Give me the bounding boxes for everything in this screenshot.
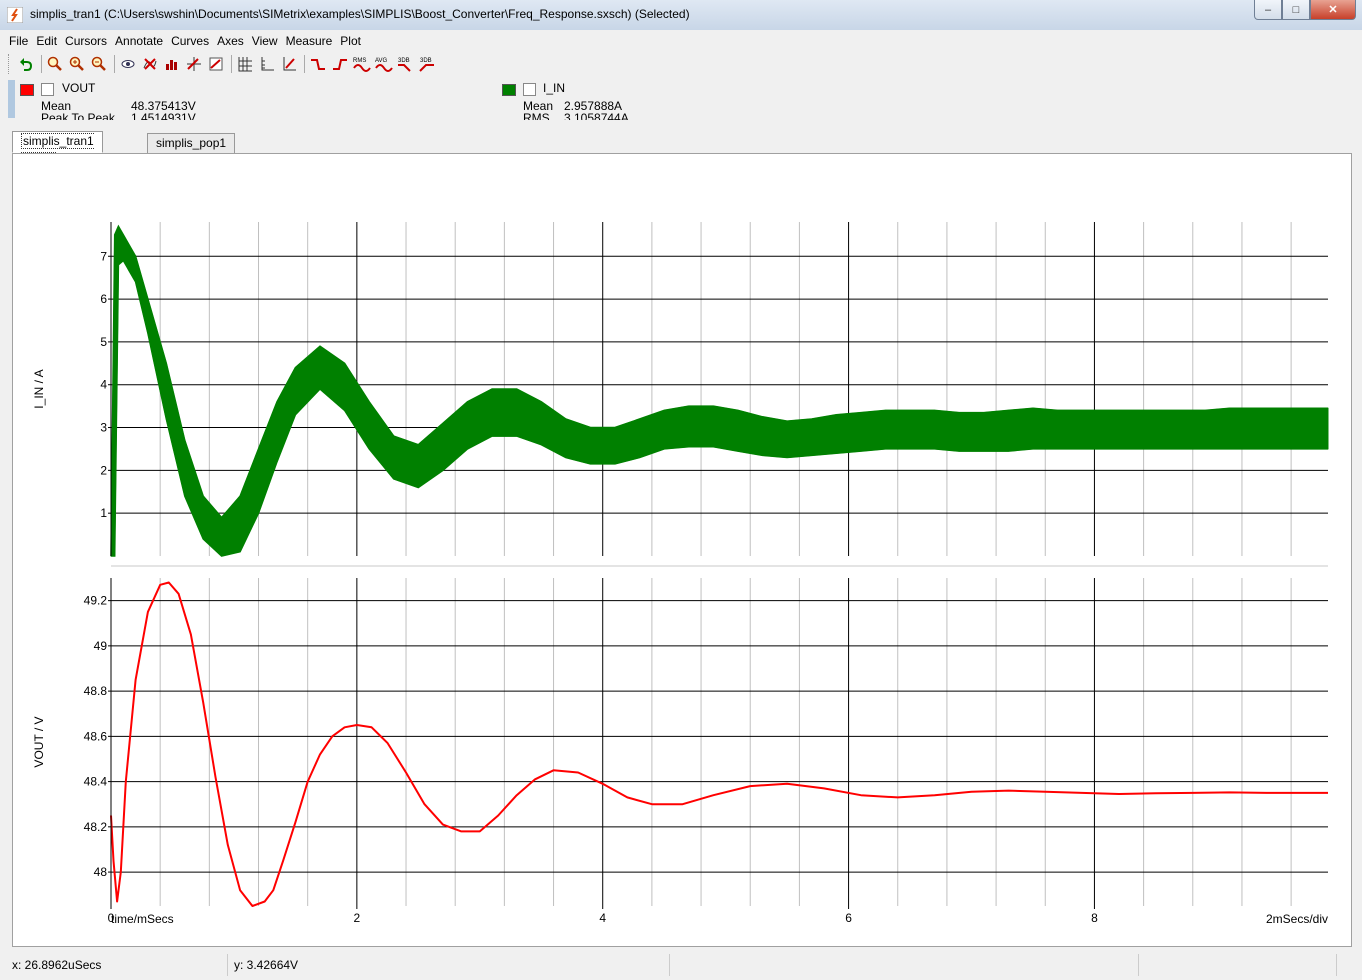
toolbar: RMS AVG 3DB 3DB bbox=[8, 52, 440, 76]
avg-label: AVG bbox=[375, 58, 388, 64]
menu-measure[interactable]: Measure bbox=[283, 34, 336, 48]
menu-file[interactable]: File bbox=[6, 34, 31, 48]
grid-icon[interactable] bbox=[235, 54, 255, 74]
iin-legend-name: I_IN bbox=[543, 81, 566, 95]
iin-y-tick-label: 3 bbox=[100, 421, 107, 435]
x-axis-scale-label: 2mSecs/div bbox=[1266, 912, 1328, 926]
menu-bar: File Edit Cursors Annotate Curves Axes V… bbox=[6, 30, 366, 52]
toolbar-separator bbox=[231, 55, 232, 73]
tab-simplis-tran1-vout[interactable]: simplis_tran1 VOUT bbox=[12, 131, 103, 168]
edit-axis-icon[interactable] bbox=[279, 54, 299, 74]
toolbar-separator bbox=[304, 55, 305, 73]
vout-color-swatch[interactable] bbox=[20, 84, 34, 96]
toolbar-separator bbox=[41, 55, 42, 73]
x-tick-label: 4 bbox=[599, 911, 606, 925]
vout-y-axis-title: VOUT / V bbox=[32, 716, 46, 767]
iin-measure-label: RMS bbox=[523, 111, 550, 120]
menu-edit[interactable]: Edit bbox=[33, 34, 60, 48]
iin-y-tick-label: 7 bbox=[100, 249, 107, 263]
status-field-empty bbox=[1140, 954, 1337, 976]
delete-curve-icon[interactable] bbox=[140, 54, 160, 74]
avg-icon[interactable]: AVG bbox=[374, 54, 394, 74]
x-tick-label: 6 bbox=[845, 911, 852, 925]
3db-label: 3DB bbox=[398, 58, 410, 64]
x-tick-label: 8 bbox=[1091, 911, 1098, 925]
simetrix-app-icon bbox=[7, 7, 23, 23]
menu-view[interactable]: View bbox=[249, 34, 281, 48]
toolbar-separator bbox=[114, 55, 115, 73]
plot-canvas[interactable]: 1234567I_IN / A4848.248.448.648.84949.2V… bbox=[13, 154, 1351, 946]
iin-y-tick-label: 5 bbox=[100, 335, 107, 349]
zoom-full-icon[interactable] bbox=[45, 54, 65, 74]
rms-icon[interactable]: RMS bbox=[352, 54, 372, 74]
iin-ripple-envelope[interactable] bbox=[110, 225, 1329, 557]
minimize-button[interactable]: – bbox=[1254, 0, 1282, 20]
iin-y-tick-label: 2 bbox=[100, 463, 107, 477]
vout-y-tick-label: 49 bbox=[94, 639, 108, 653]
bar-chart-icon[interactable] bbox=[162, 54, 182, 74]
menu-annotate[interactable]: Annotate bbox=[112, 34, 166, 48]
menu-axes[interactable]: Axes bbox=[214, 34, 247, 48]
vout-select-checkbox[interactable] bbox=[41, 83, 54, 96]
close-button[interactable]: ✕ bbox=[1310, 0, 1356, 20]
iin-y-tick-label: 4 bbox=[100, 378, 107, 392]
vout-y-tick-label: 48.6 bbox=[84, 729, 108, 743]
3db-high-icon[interactable]: 3DB bbox=[418, 54, 438, 74]
tab-simplis-pop1-vout[interactable]: simplis_pop1 VOUT bbox=[147, 133, 236, 169]
eye-icon[interactable] bbox=[118, 54, 138, 74]
measure-icon[interactable] bbox=[206, 54, 226, 74]
3db-low-icon[interactable]: 3DB bbox=[396, 54, 416, 74]
vout-y-tick-label: 48.8 bbox=[84, 684, 108, 698]
cursor-x-readout: x: 26.8962uSecs bbox=[6, 954, 228, 976]
vout-curve[interactable] bbox=[110, 581, 1328, 907]
status-bar: x: 26.8962uSecs y: 3.42664V bbox=[0, 950, 1362, 980]
menu-curves[interactable]: Curves bbox=[168, 34, 212, 48]
zoom-in-icon[interactable] bbox=[67, 54, 87, 74]
iin-measure-value: 3.1058744A bbox=[564, 111, 629, 120]
legend-strip bbox=[8, 80, 15, 118]
vout-y-tick-label: 48.4 bbox=[84, 775, 108, 789]
axis-icon[interactable] bbox=[257, 54, 277, 74]
menu-plot[interactable]: Plot bbox=[337, 34, 364, 48]
rise-icon[interactable] bbox=[308, 54, 328, 74]
vout-y-tick-label: 48 bbox=[94, 865, 108, 879]
maximize-button[interactable]: □ bbox=[1282, 0, 1310, 20]
graph-area[interactable]: 1 2 3 4 5 6 7 I_IN / A 48 48.2 48.4 48.6 48.8 49 49.2 V… bbox=[12, 153, 1352, 947]
graph-window: File Edit Cursors Annotate Curves Axes V… bbox=[0, 30, 1362, 980]
iin-color-swatch[interactable] bbox=[502, 84, 516, 96]
status-field-empty bbox=[672, 954, 1139, 976]
curve-legend-panel: VOUT Mean 48.375413V Peak To Peak 1.4514… bbox=[8, 76, 1362, 120]
vout-y-tick-label: 49.2 bbox=[84, 594, 108, 608]
vout-y-tick-label: 48.2 bbox=[84, 820, 108, 834]
iin-y-axis-title: I_IN / A bbox=[32, 369, 46, 408]
fall-icon[interactable] bbox=[330, 54, 350, 74]
undo-icon[interactable] bbox=[16, 54, 36, 74]
vout-measure-value: 1.4514931V bbox=[131, 111, 196, 120]
window-title: simplis_tran1 (C:\Users\swshin\Documents… bbox=[30, 7, 690, 21]
iin-select-checkbox[interactable] bbox=[523, 83, 536, 96]
cursor-grid-icon[interactable] bbox=[184, 54, 204, 74]
iin-y-tick-label: 1 bbox=[100, 506, 107, 520]
toolbar-grip[interactable] bbox=[8, 54, 12, 74]
cursor-y-readout: y: 3.42664V bbox=[228, 954, 670, 976]
x-tick-label: 2 bbox=[354, 911, 361, 925]
menu-cursors[interactable]: Cursors bbox=[62, 34, 110, 48]
vout-legend-name: VOUT bbox=[62, 81, 96, 95]
iin-y-tick-label: 6 bbox=[100, 292, 107, 306]
title-bar: simplis_tran1 (C:\Users\swshin\Documents… bbox=[0, 0, 1362, 31]
3db-label: 3DB bbox=[420, 58, 432, 64]
rms-label: RMS bbox=[353, 58, 366, 64]
x-axis-title: time/mSecs bbox=[111, 912, 174, 926]
zoom-out-icon[interactable] bbox=[89, 54, 109, 74]
vout-measure-label: Peak To Peak bbox=[41, 111, 115, 120]
